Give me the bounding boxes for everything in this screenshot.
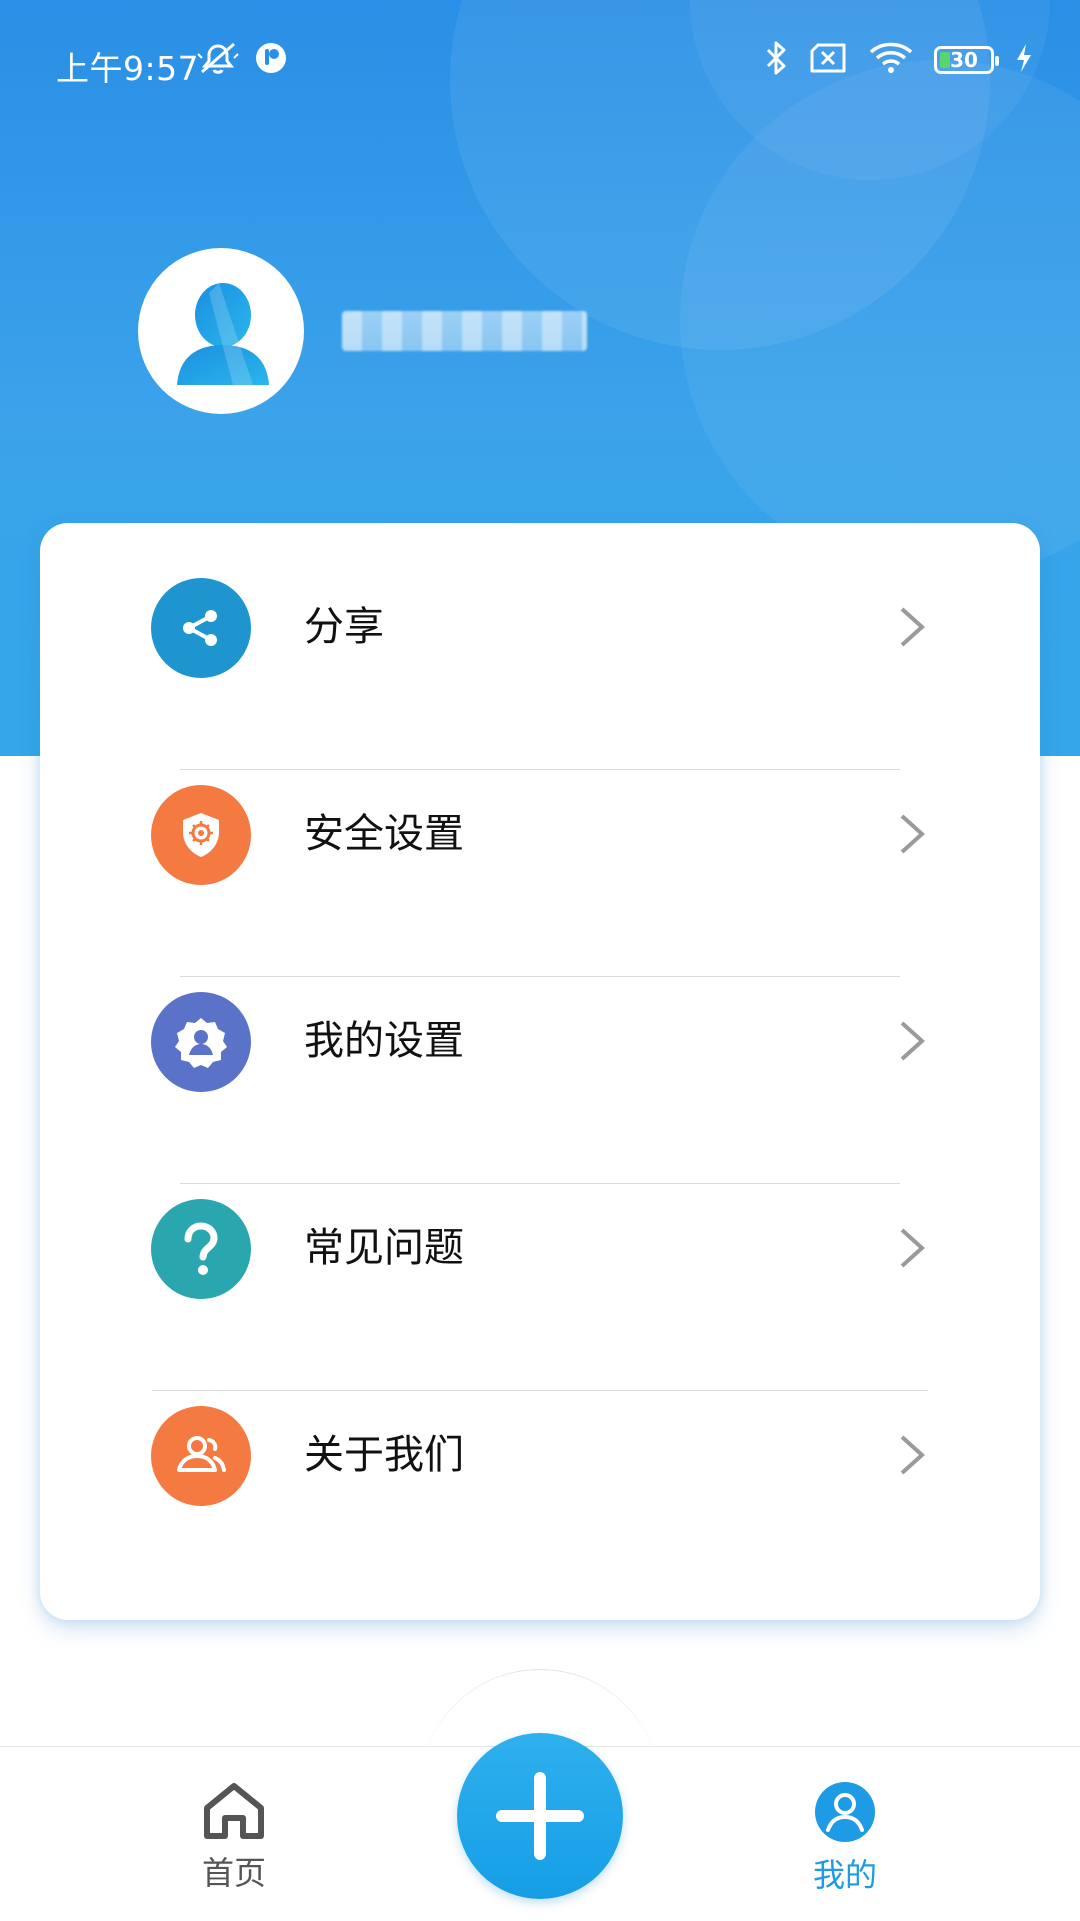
user-settings-icon — [151, 992, 251, 1092]
menu-item-share[interactable]: 分享 — [40, 523, 1040, 730]
menu-label: 常见问题 — [304, 1225, 464, 1271]
menu-label: 关于我们 — [304, 1432, 464, 1478]
menu-item-faq[interactable]: 常见问题 — [40, 1144, 1040, 1351]
share-icon — [151, 578, 251, 678]
status-left-icons — [196, 40, 288, 80]
question-icon — [151, 1199, 251, 1299]
nav-mine[interactable]: 我的 — [775, 1780, 915, 1894]
chevron-right-icon — [900, 1021, 925, 1061]
menu-item-my-settings[interactable]: 我的设置 — [40, 937, 1040, 1144]
battery-icon: 30 — [934, 46, 999, 74]
wifi-icon — [868, 40, 914, 80]
menu-label: 我的设置 — [304, 1018, 464, 1064]
menu-item-security-settings[interactable]: 安全设置 — [40, 730, 1040, 937]
chevron-right-icon — [900, 814, 925, 854]
avatar[interactable] — [138, 248, 304, 414]
status-bar: 上午9:57 30 — [0, 0, 1080, 126]
nav-home-label: 首页 — [201, 1854, 266, 1892]
sim-off-icon — [808, 42, 848, 78]
menu-label: 安全设置 — [304, 811, 464, 857]
nav-home[interactable]: 首页 — [164, 1780, 304, 1892]
security-shield-icon — [151, 785, 251, 885]
mute-icon — [196, 40, 240, 80]
plus-icon — [496, 1772, 584, 1860]
menu-item-about-us[interactable]: 关于我们 — [40, 1351, 1040, 1558]
app-notification-icon — [254, 41, 288, 79]
add-button[interactable] — [457, 1733, 623, 1899]
home-icon — [204, 1783, 264, 1839]
status-right-icons: 30 — [764, 40, 1034, 80]
battery-fill — [940, 52, 950, 68]
chevron-right-icon — [900, 1435, 925, 1475]
chevron-right-icon — [900, 1228, 925, 1268]
user-avatar-icon — [177, 283, 269, 385]
user-profile-icon — [815, 1782, 875, 1842]
nav-mine-label: 我的 — [812, 1856, 877, 1894]
charging-icon — [1014, 42, 1034, 78]
menu-label: 分享 — [304, 604, 384, 650]
username-redacted — [342, 311, 587, 351]
chevron-right-icon — [900, 607, 925, 647]
status-time: 上午9:57 — [56, 49, 200, 88]
bluetooth-icon — [764, 40, 788, 80]
team-icon — [151, 1406, 251, 1506]
battery-level: 30 — [950, 48, 978, 72]
menu-card: 分享 安全设置 我的设置 常见问题 关于我们 — [40, 523, 1040, 1620]
